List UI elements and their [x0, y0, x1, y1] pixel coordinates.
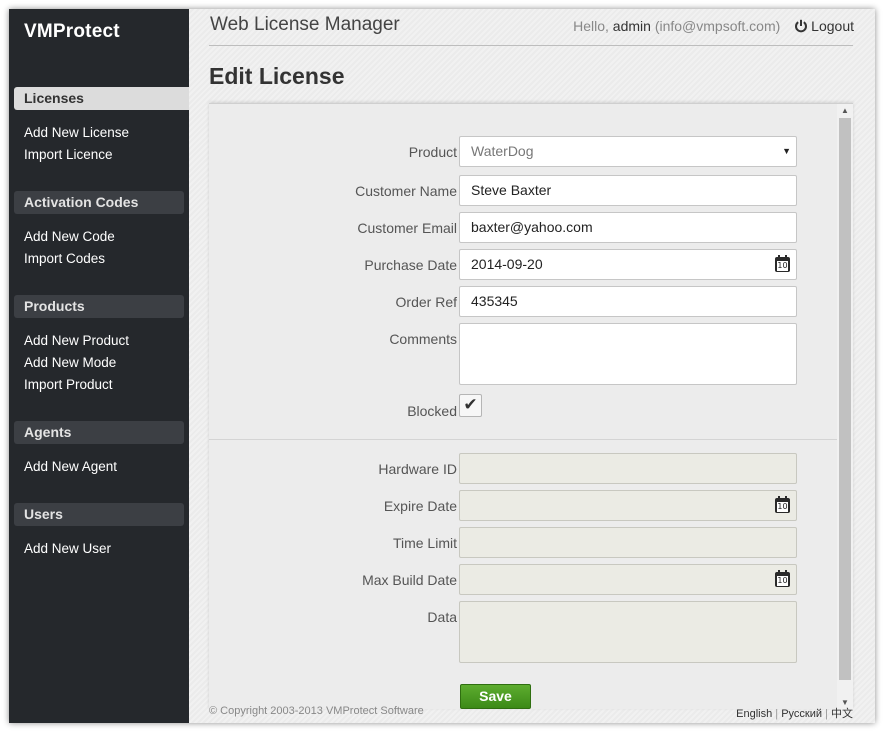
purchase-date-value: 2014-09-20 — [471, 256, 543, 272]
expire-date-input[interactable]: 10 — [459, 490, 797, 521]
data-textarea[interactable] — [459, 601, 797, 663]
vertical-scrollbar[interactable]: ▲ ▼ — [837, 104, 853, 709]
user-email: (info@vmpsoft.com) — [654, 18, 781, 34]
time-limit-input[interactable] — [459, 527, 797, 558]
edit-license-form: Product WaterDog ▼ Customer Name Steve B… — [209, 103, 853, 709]
form-divider — [209, 439, 837, 440]
sidebar-item-add-new-code[interactable]: Add New Code — [24, 229, 115, 244]
user-greeting: Hello, admin (info@vmpsoft.com) Logout — [573, 18, 854, 34]
max-build-date-input[interactable]: 10 — [459, 564, 797, 595]
product-select[interactable]: WaterDog ▼ — [459, 136, 797, 167]
language-switcher: English | Русский | 中文 — [736, 705, 853, 721]
hardware-id-label: Hardware ID — [378, 461, 457, 477]
sidebar-item-add-new-product[interactable]: Add New Product — [24, 333, 129, 348]
customer-name-input[interactable]: Steve Baxter — [459, 175, 797, 206]
copyright-text: © Copyright 2003-2013 VMProtect Software — [209, 705, 424, 717]
app-window: VMProtect Licenses Add New License Impor… — [9, 9, 875, 723]
comments-textarea[interactable] — [459, 323, 797, 385]
page-title: Edit License — [209, 63, 345, 89]
expire-date-label: Expire Date — [383, 498, 457, 514]
power-icon — [795, 19, 808, 33]
lang-english-link[interactable]: English — [736, 708, 772, 720]
sidebar-section-agents[interactable]: Agents — [14, 421, 184, 444]
max-build-date-label: Max Build Date — [362, 572, 457, 588]
caret-down-icon: ▼ — [782, 146, 791, 156]
main-content: Web License Manager Hello, admin (info@v… — [189, 9, 875, 723]
order-ref-label: Order Ref — [395, 294, 457, 310]
product-label: Product — [408, 144, 457, 160]
sidebar-section-licenses[interactable]: Licenses — [14, 87, 200, 110]
lang-chinese-link[interactable]: 中文 — [831, 708, 853, 720]
calendar-icon-day: 10 — [777, 576, 788, 586]
app-title: Web License Manager — [210, 14, 400, 35]
sidebar-item-add-new-agent[interactable]: Add New Agent — [24, 459, 117, 474]
calendar-icon[interactable]: 10 — [775, 570, 790, 587]
lang-separator: | — [825, 708, 828, 720]
brand-logo: VMProtect — [24, 21, 120, 42]
save-button[interactable]: Save — [460, 684, 531, 709]
sidebar-section-users[interactable]: Users — [14, 503, 184, 526]
calendar-icon[interactable]: 10 — [775, 496, 790, 513]
sidebar-item-add-new-user[interactable]: Add New User — [24, 541, 111, 556]
sidebar-item-add-new-license[interactable]: Add New License — [24, 125, 129, 140]
time-limit-label: Time Limit — [392, 535, 457, 551]
comments-label: Comments — [389, 331, 457, 347]
blocked-checkbox[interactable]: ✔ — [459, 394, 482, 417]
sidebar: VMProtect Licenses Add New License Impor… — [9, 9, 200, 723]
username: admin — [612, 18, 651, 34]
blocked-label: Blocked — [407, 403, 457, 419]
header-divider — [209, 45, 853, 46]
customer-name-label: Customer Name — [355, 183, 457, 199]
customer-email-input[interactable]: baxter@yahoo.com — [459, 212, 797, 243]
hardware-id-input[interactable] — [459, 453, 797, 484]
calendar-icon[interactable]: 10 — [775, 255, 790, 272]
purchase-date-input[interactable]: 2014-09-20 10 — [459, 249, 797, 280]
greeting-text: Hello, — [573, 18, 609, 34]
sidebar-item-import-licence[interactable]: Import Licence — [24, 147, 113, 162]
sidebar-section-activation-codes[interactable]: Activation Codes — [14, 191, 184, 214]
sidebar-item-add-new-mode[interactable]: Add New Mode — [24, 355, 116, 370]
sidebar-item-import-product[interactable]: Import Product — [24, 377, 113, 392]
order-ref-input[interactable]: 435345 — [459, 286, 797, 317]
scrollbar-thumb[interactable] — [839, 118, 851, 680]
logout-label: Logout — [811, 18, 854, 34]
data-label: Data — [427, 609, 457, 625]
lang-russian-link[interactable]: Русский — [781, 708, 822, 720]
check-icon: ✔ — [463, 395, 478, 415]
product-selected-value: WaterDog — [471, 143, 534, 159]
calendar-icon-day: 10 — [777, 502, 788, 512]
purchase-date-label: Purchase Date — [364, 257, 457, 273]
scroll-up-arrow-icon[interactable]: ▲ — [837, 104, 853, 118]
customer-email-label: Customer Email — [357, 220, 457, 236]
lang-separator: | — [775, 708, 779, 720]
calendar-icon-day: 10 — [777, 261, 788, 271]
sidebar-item-import-codes[interactable]: Import Codes — [24, 251, 105, 266]
sidebar-section-products[interactable]: Products — [14, 295, 184, 318]
logout-button[interactable]: Logout — [794, 18, 854, 34]
